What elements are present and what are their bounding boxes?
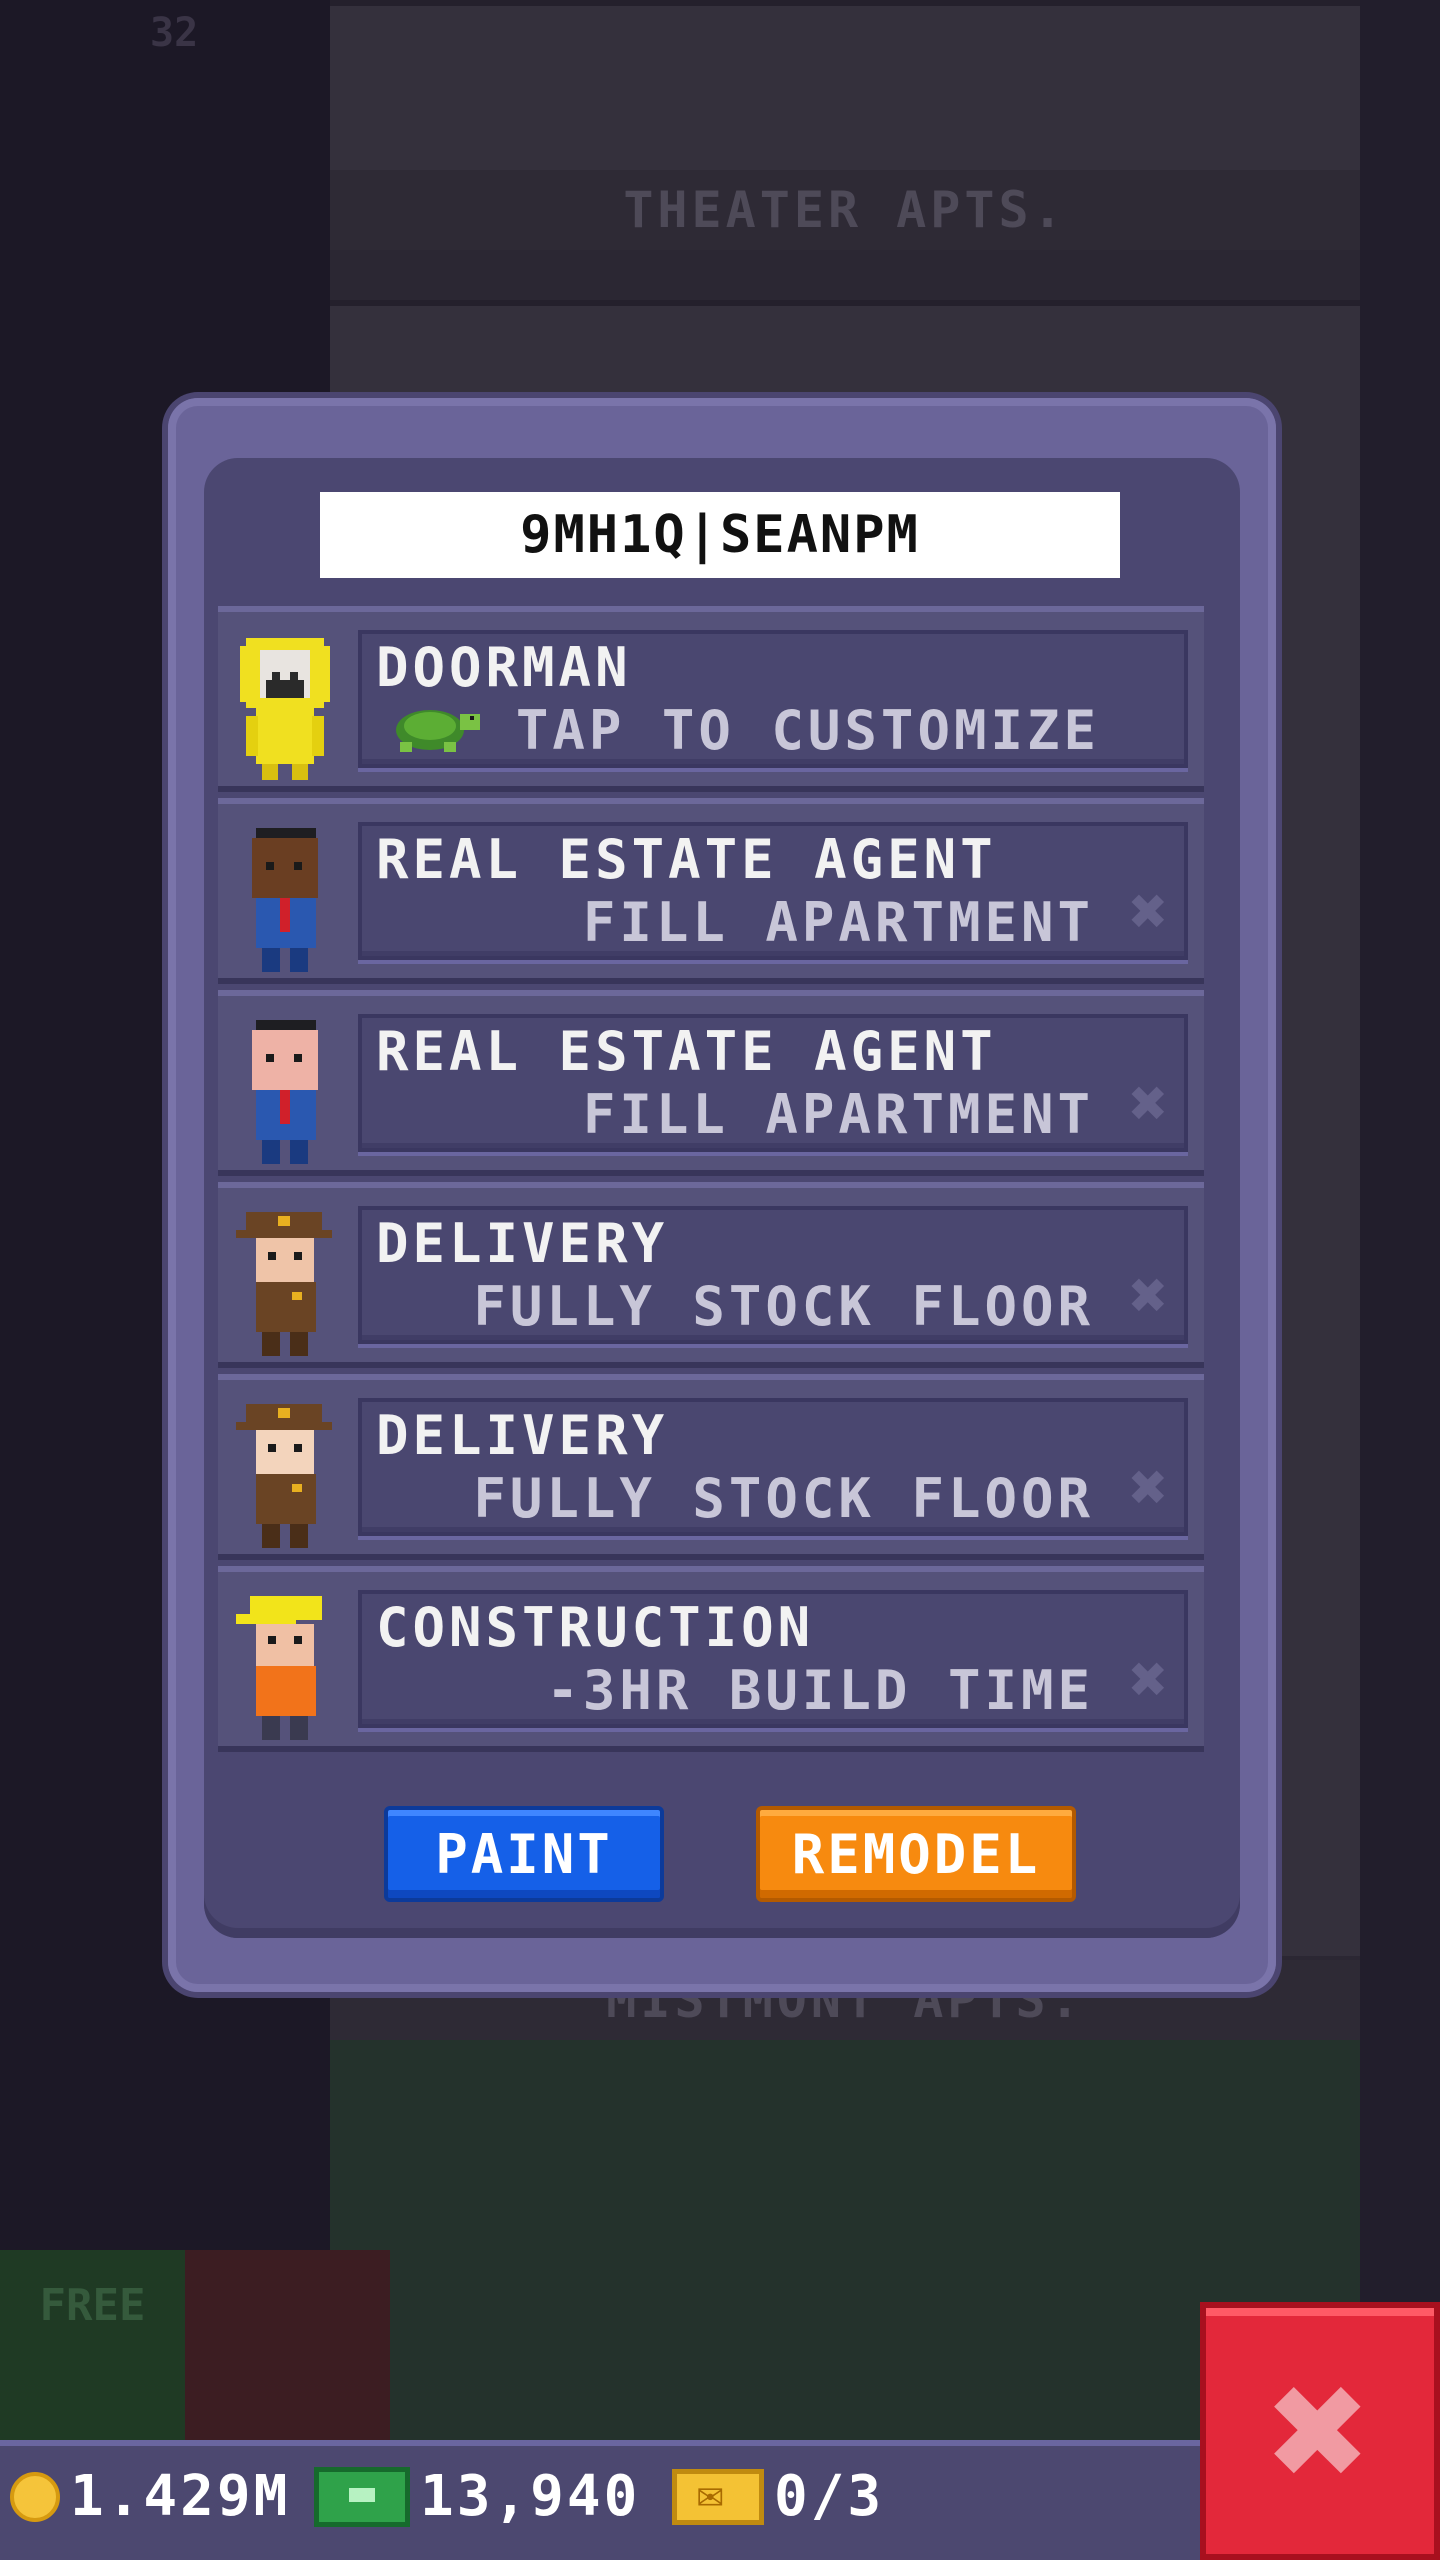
staff-row-agent-1[interactable]: REAL ESTATE AGENT FILL APARTMENT ✖ (218, 798, 1204, 984)
staff-role: DELIVERY (376, 1212, 669, 1275)
staff-perk: FILL APARTMENT (582, 1083, 1094, 1146)
tickets-counter: 0/3 (672, 2464, 884, 2529)
close-button[interactable]: ✖ (1200, 2302, 1440, 2560)
elevator-button[interactable] (185, 2250, 390, 2440)
agent-avatar-icon (252, 828, 318, 972)
staff-role: REAL ESTATE AGENT (376, 828, 997, 891)
staff-row-delivery-1[interactable]: DELIVERY FULLY STOCK FLOOR ✖ (218, 1182, 1204, 1368)
staff-row-doorman[interactable]: DOORMAN TAP TO CUSTOMIZE (218, 606, 1204, 792)
remodel-button[interactable]: REMODEL (756, 1806, 1076, 1902)
coin-icon (10, 2471, 60, 2522)
remove-staff-button[interactable]: ✖ (1129, 1648, 1168, 1712)
staff-row-agent-2[interactable]: REAL ESTATE AGENT FILL APARTMENT ✖ (218, 990, 1204, 1176)
doorman-avatar-icon (240, 638, 330, 780)
free-button[interactable]: FREE (0, 2250, 185, 2440)
staff-panel-delivery-2[interactable]: DELIVERY FULLY STOCK FLOOR ✖ (358, 1398, 1188, 1536)
floor-number: 32 (150, 10, 199, 56)
remove-staff-button[interactable]: ✖ (1129, 880, 1168, 944)
staff-role: DELIVERY (376, 1404, 669, 1467)
staff-perk: TAP TO CUSTOMIZE (515, 699, 1100, 762)
staff-row-delivery-2[interactable]: DELIVERY FULLY STOCK FLOOR ✖ (218, 1374, 1204, 1560)
staff-role: DOORMAN (376, 636, 632, 699)
staff-panel-agent-1[interactable]: REAL ESTATE AGENT FILL APARTMENT ✖ (358, 822, 1188, 960)
remove-staff-button[interactable]: ✖ (1129, 1264, 1168, 1328)
staff-role: REAL ESTATE AGENT (376, 1020, 997, 1083)
staff-perk: -3HR BUILD TIME (546, 1659, 1094, 1722)
bux-value: 13,940 (420, 2464, 641, 2529)
delivery-avatar-icon (236, 1212, 332, 1356)
floor-label-theater: THEATER APTS. (330, 170, 1360, 250)
staff-panel-agent-2[interactable]: REAL ESTATE AGENT FILL APARTMENT ✖ (358, 1014, 1188, 1152)
coins-counter: 1.429M (10, 2464, 290, 2529)
ticket-icon (672, 2468, 764, 2525)
staff-perk: FILL APARTMENT (582, 891, 1094, 954)
staff-panel-construction[interactable]: CONSTRUCTION -3HR BUILD TIME ✖ (358, 1590, 1188, 1728)
paint-button[interactable]: PAINT (384, 1806, 664, 1902)
floor-theater[interactable] (330, 0, 1360, 176)
staff-row-construction[interactable]: CONSTRUCTION -3HR BUILD TIME ✖ (218, 1566, 1204, 1752)
right-wall (1360, 0, 1440, 2440)
status-bar: 1.429M 13,940 0/3 (0, 2440, 1200, 2560)
tickets-value: 0/3 (774, 2464, 885, 2529)
delivery-avatar-icon (236, 1404, 332, 1548)
remove-staff-button[interactable]: ✖ (1129, 1072, 1168, 1136)
bux-icon (314, 2466, 410, 2527)
staff-panel-delivery-1[interactable]: DELIVERY FULLY STOCK FLOOR ✖ (358, 1206, 1188, 1344)
construction-avatar-icon (236, 1596, 322, 1740)
agent-avatar-icon (252, 1020, 318, 1164)
staff-perk: FULLY STOCK FLOOR (473, 1275, 1094, 1338)
staff-perk: FULLY STOCK FLOOR (473, 1467, 1094, 1530)
bux-counter: 13,940 (314, 2464, 640, 2529)
dialog-title[interactable]: 9MH1Q|SEANPM (320, 492, 1120, 578)
staff-role: CONSTRUCTION (376, 1596, 815, 1659)
remove-staff-button[interactable]: ✖ (1129, 1456, 1168, 1520)
coins-value: 1.429M (70, 2464, 291, 2529)
staff-panel-doorman[interactable]: DOORMAN TAP TO CUSTOMIZE (358, 630, 1188, 768)
turtle-icon (396, 710, 480, 752)
